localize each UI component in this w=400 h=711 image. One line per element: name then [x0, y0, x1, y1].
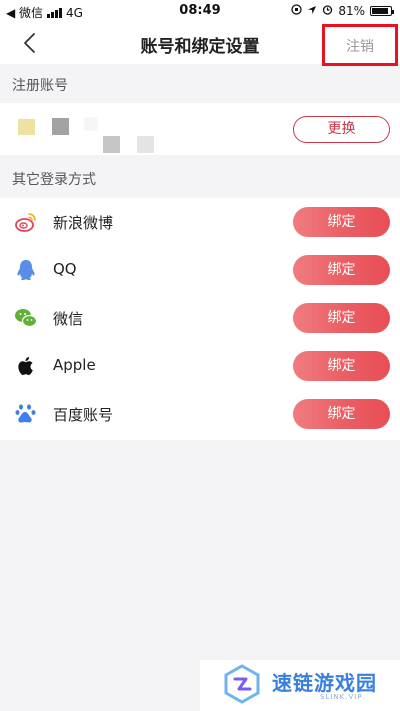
registered-account-label: 注册账号: [12, 78, 68, 94]
highlight-box: 注销: [322, 24, 398, 66]
other-logins-label: 其它登录方式: [12, 172, 96, 188]
apple-icon: [14, 354, 38, 378]
watermark-subtext: SLINK.VIP: [320, 693, 363, 701]
watermark-text: 速链游戏园: [272, 671, 377, 695]
bind-baidu-button[interactable]: 绑定: [293, 399, 390, 429]
bind-wechat-button[interactable]: 绑定: [293, 303, 390, 333]
login-item-baidu: 百度账号 绑定: [0, 390, 400, 438]
qq-icon: [14, 258, 38, 282]
wechat-icon: [14, 306, 38, 330]
battery-percent: 81%: [338, 4, 365, 18]
baidu-paw-icon: [14, 402, 38, 426]
battery-icon: [370, 6, 394, 16]
nav-bar: 账号和绑定设置 注销: [0, 22, 400, 66]
lock-rotation-icon: [291, 4, 302, 18]
login-name: 微信: [53, 310, 84, 328]
bind-weibo-button[interactable]: 绑定: [293, 207, 390, 237]
registered-account-row: 更换: [0, 103, 400, 155]
login-item-weibo: 新浪微博 绑定: [0, 198, 400, 246]
status-bar: ◀ 微信 4G 08:49 81%: [0, 0, 400, 22]
alarm-icon: [322, 4, 333, 18]
change-account-button[interactable]: 更换: [293, 116, 390, 143]
login-item-qq: QQ 绑定: [0, 246, 400, 294]
login-name: QQ: [53, 260, 77, 278]
location-icon: [307, 4, 317, 18]
status-right: 81%: [291, 4, 394, 18]
bind-qq-button[interactable]: 绑定: [293, 255, 390, 285]
login-name: 新浪微博: [53, 214, 114, 232]
watermark-logo-icon: [222, 664, 262, 704]
bind-apple-button[interactable]: 绑定: [293, 351, 390, 381]
login-item-wechat: 微信 绑定: [0, 294, 400, 342]
login-name: Apple: [53, 356, 96, 374]
watermark: 速链游戏园 SLINK.VIP: [200, 660, 400, 711]
deregister-button[interactable]: 注销: [325, 36, 395, 56]
login-name: 百度账号: [53, 406, 114, 424]
weibo-icon: [14, 210, 38, 234]
other-logins-list: 新浪微博 绑定 QQ 绑定 微信 绑定 Apple 绑定 百度账号 绑定: [0, 198, 400, 440]
login-item-apple: Apple 绑定: [0, 342, 400, 390]
